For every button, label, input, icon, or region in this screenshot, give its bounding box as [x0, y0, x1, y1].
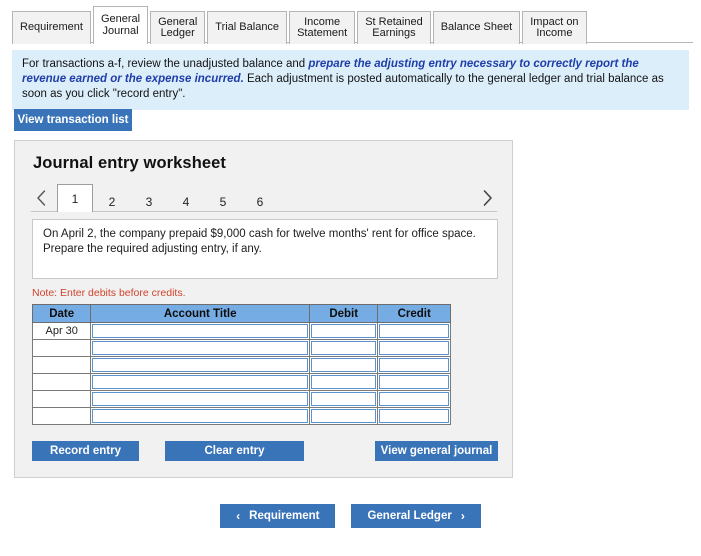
cell-debit: [308, 407, 379, 425]
cell-credit: [377, 373, 451, 391]
account-title-input[interactable]: [92, 392, 308, 406]
cell-credit: [377, 339, 451, 357]
credit-input[interactable]: [379, 409, 449, 423]
journal-entry-panel: Journal entry worksheet 123456 On April …: [14, 140, 513, 478]
cell-account: [90, 407, 310, 425]
view-general-journal-button[interactable]: View general journal: [375, 441, 498, 461]
cell-debit: [308, 322, 379, 340]
tab-income-statement[interactable]: Income Statement: [289, 11, 356, 44]
credit-input[interactable]: [379, 358, 449, 372]
tab-balance-sheet[interactable]: Balance Sheet: [432, 11, 521, 44]
previous-requirement-button[interactable]: ‹ Requirement: [220, 504, 336, 528]
record-entry-button[interactable]: Record entry: [32, 441, 139, 461]
cell-date: Apr 30: [31, 322, 92, 340]
chevron-right-icon[interactable]: [477, 187, 497, 209]
cell-date: [31, 390, 92, 408]
banner-text-part-1: For transactions a-f, review the unadjus…: [22, 58, 309, 70]
tab-general-journal[interactable]: General Journal: [92, 6, 149, 44]
tab-strip: Requirement General Journal General Ledger…: [0, 0, 701, 44]
debit-input[interactable]: [310, 392, 377, 406]
chevron-left-icon: ‹: [236, 509, 241, 523]
journal-entry-table: Date Account Title Debit Credit Apr 30: [31, 304, 451, 425]
tab-requirement[interactable]: Requirement: [12, 11, 91, 44]
cell-debit: [308, 390, 379, 408]
column-header-credit: Credit: [377, 304, 451, 323]
credit-input[interactable]: [379, 324, 449, 338]
cell-credit: [377, 390, 451, 408]
cell-credit: [377, 407, 451, 425]
cell-account: [90, 322, 310, 340]
instruction-banner: For transactions a-f, review the unadjus…: [12, 50, 689, 110]
cell-credit: [377, 322, 451, 340]
tab-list: Requirement General Journal General Ledger…: [12, 6, 589, 44]
account-title-input[interactable]: [92, 375, 308, 389]
cell-account: [90, 390, 310, 408]
account-title-input[interactable]: [92, 341, 308, 355]
next-general-ledger-button[interactable]: General Ledger ›: [351, 504, 481, 528]
credit-input[interactable]: [379, 375, 449, 389]
account-title-input[interactable]: [92, 324, 308, 338]
pager-page-4[interactable]: 4: [168, 190, 204, 212]
cell-date: [31, 356, 92, 374]
pager-page-3[interactable]: 3: [131, 190, 167, 212]
table-row: Apr 30: [31, 322, 451, 340]
cell-date: [31, 373, 92, 391]
tab-trial-balance[interactable]: Trial Balance: [207, 11, 288, 44]
account-title-input[interactable]: [92, 358, 308, 372]
tab-impact-on-income[interactable]: Impact on Income: [522, 11, 587, 44]
pager-page-1[interactable]: 1: [57, 184, 93, 212]
chevron-left-icon[interactable]: [31, 187, 51, 209]
debit-input[interactable]: [310, 409, 377, 423]
cell-date: [31, 339, 92, 357]
debit-input[interactable]: [310, 375, 377, 389]
worksheet-pager: 123456: [31, 184, 497, 212]
table-header-row: Date Account Title Debit Credit: [31, 304, 451, 323]
cell-credit: [377, 356, 451, 374]
debit-input[interactable]: [310, 324, 377, 338]
pager-page-5[interactable]: 5: [205, 190, 241, 212]
cell-account: [90, 356, 310, 374]
cell-account: [90, 373, 310, 391]
bottom-navigation: ‹ Requirement General Ledger ›: [0, 504, 701, 528]
pager-page-6[interactable]: 6: [242, 190, 278, 212]
next-general-ledger-label: General Ledger: [367, 510, 452, 522]
debit-input[interactable]: [310, 341, 377, 355]
chevron-right-icon: ›: [460, 509, 465, 523]
table-row: [31, 373, 451, 391]
column-header-date: Date: [31, 304, 92, 323]
pager-page-list: 123456: [57, 184, 279, 212]
question-text: On April 2, the company prepaid $9,000 c…: [32, 219, 498, 279]
pager-page-2[interactable]: 2: [94, 190, 130, 212]
clear-entry-button[interactable]: Clear entry: [165, 441, 304, 461]
view-transaction-list-button[interactable]: View transaction list: [14, 109, 132, 131]
table-row: [31, 356, 451, 374]
debits-before-credits-note: Note: Enter debits before credits.: [32, 287, 186, 299]
previous-requirement-label: Requirement: [249, 510, 320, 522]
account-title-input[interactable]: [92, 409, 308, 423]
credit-input[interactable]: [379, 341, 449, 355]
tab-st-retained-earnings[interactable]: St Retained Earnings: [357, 11, 431, 44]
cell-debit: [308, 339, 379, 357]
debit-input[interactable]: [310, 358, 377, 372]
panel-title: Journal entry worksheet: [33, 154, 227, 172]
cell-account: [90, 339, 310, 357]
table-row: [31, 407, 451, 425]
table-row: [31, 390, 451, 408]
tab-general-ledger[interactable]: General Ledger: [150, 11, 206, 44]
cell-date: [31, 407, 92, 425]
cell-debit: [308, 373, 379, 391]
credit-input[interactable]: [379, 392, 449, 406]
column-header-debit: Debit: [308, 304, 379, 323]
column-header-account: Account Title: [90, 304, 310, 323]
table-row: [31, 339, 451, 357]
cell-debit: [308, 356, 379, 374]
